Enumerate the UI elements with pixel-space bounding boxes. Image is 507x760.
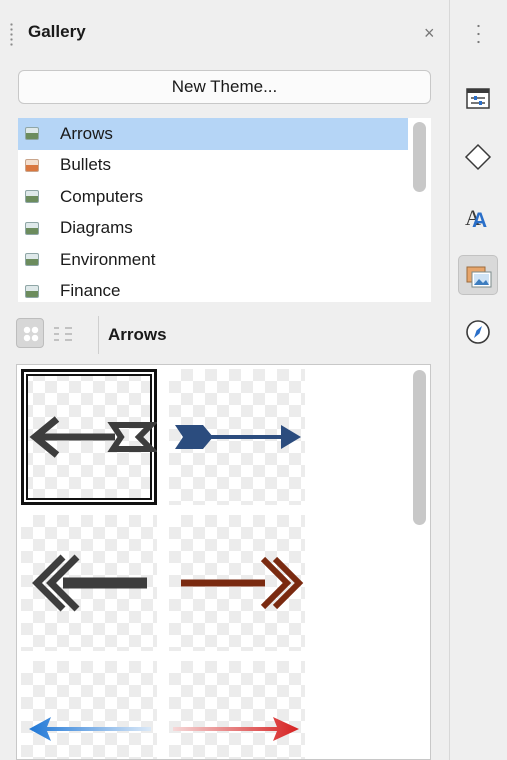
svg-text:A: A bbox=[472, 209, 487, 230]
arrow-right-blue-icon bbox=[175, 425, 301, 449]
theme-label: Arrows bbox=[60, 123, 113, 143]
gallery-tab[interactable] bbox=[458, 255, 498, 295]
theme-list-item[interactable]: Computers bbox=[18, 181, 431, 213]
theme-list[interactable]: Arrows Bullets Computers Diagrams Enviro… bbox=[18, 118, 431, 302]
image-icon bbox=[25, 190, 39, 204]
gallery-item[interactable] bbox=[21, 661, 157, 759]
toolbar-divider bbox=[98, 316, 99, 354]
theme-list-scrollbar[interactable] bbox=[413, 122, 426, 192]
detailed-view-button[interactable] bbox=[48, 318, 76, 348]
panel-grip-handle[interactable] bbox=[10, 22, 13, 46]
theme-label: Bullets bbox=[60, 155, 112, 175]
close-icon[interactable]: × bbox=[424, 22, 435, 44]
sidebar-window: Gallery × New Theme... Arrows Bullets Co… bbox=[0, 0, 507, 760]
gallery-items-view[interactable] bbox=[16, 364, 431, 760]
theme-label: Finance bbox=[60, 281, 121, 301]
sidebar-menu-icon[interactable] bbox=[477, 22, 480, 46]
image-icon bbox=[25, 253, 39, 267]
grid-view-icon bbox=[23, 326, 39, 342]
arrow-left-blue-gradient-icon bbox=[29, 717, 151, 741]
theme-list-item[interactable]: Diagrams bbox=[18, 213, 431, 245]
theme-list-item[interactable]: Arrows bbox=[18, 118, 408, 150]
gallery-item[interactable] bbox=[21, 515, 157, 651]
new-theme-button[interactable]: New Theme... bbox=[18, 70, 431, 104]
gallery-items-scrollbar[interactable] bbox=[413, 370, 426, 525]
arrow-right-double-chevron-icon bbox=[181, 556, 304, 610]
list-view-icon bbox=[54, 325, 72, 341]
theme-list-item[interactable]: Environment bbox=[18, 244, 431, 276]
shapes-tab[interactable] bbox=[458, 137, 498, 177]
theme-label: Computers bbox=[60, 186, 144, 206]
theme-label: Environment bbox=[60, 249, 156, 269]
gallery-item[interactable] bbox=[21, 369, 157, 505]
arrow-right-red-gradient-icon bbox=[173, 717, 299, 741]
panel-title: Gallery bbox=[28, 22, 86, 41]
styles-icon: A A bbox=[465, 205, 487, 230]
properties-icon bbox=[466, 88, 490, 109]
sidebar-tabbar: A A bbox=[449, 0, 507, 760]
gallery-icon bbox=[466, 266, 492, 288]
navigator-tab[interactable] bbox=[458, 312, 498, 352]
image-icon bbox=[25, 284, 39, 298]
image-icon bbox=[25, 127, 39, 141]
arrow-left-fletched-icon bbox=[29, 416, 157, 458]
gallery-panel: Gallery × New Theme... Arrows Bullets Co… bbox=[0, 0, 448, 760]
gallery-item[interactable] bbox=[169, 515, 305, 651]
theme-label: Diagrams bbox=[60, 218, 133, 238]
gallery-item[interactable] bbox=[169, 369, 305, 505]
icon-view-button[interactable] bbox=[16, 318, 44, 348]
theme-list-item[interactable]: Finance bbox=[18, 276, 431, 303]
properties-tab[interactable] bbox=[458, 78, 498, 118]
arrow-left-double-chevron-icon bbox=[32, 554, 147, 612]
navigator-icon bbox=[466, 320, 490, 344]
theme-list-item[interactable]: Bullets bbox=[18, 150, 431, 182]
image-icon bbox=[25, 158, 39, 172]
styles-tab[interactable]: A A bbox=[458, 196, 498, 236]
current-theme-label: Arrows bbox=[108, 325, 167, 344]
shapes-icon bbox=[464, 143, 492, 171]
image-icon bbox=[25, 221, 39, 235]
gallery-item[interactable] bbox=[169, 661, 305, 759]
